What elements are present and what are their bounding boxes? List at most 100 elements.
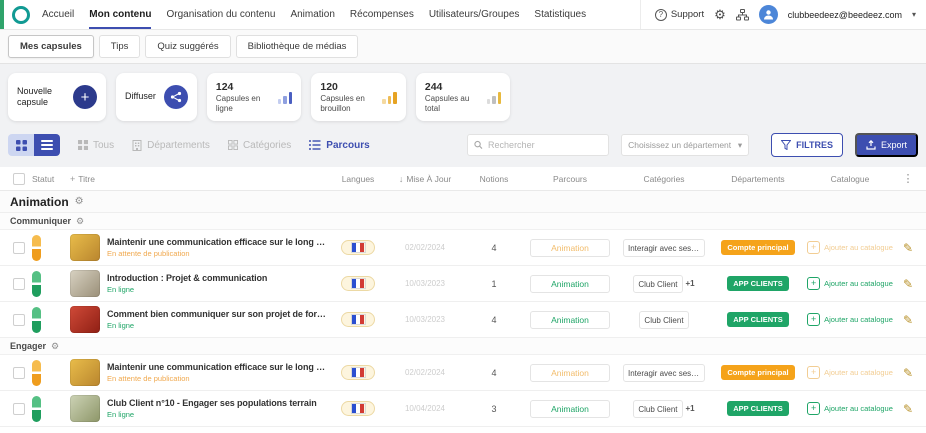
stat-value-online: 124: [216, 81, 270, 93]
add-to-catalogue-button[interactable]: + Ajouter au catalogue: [807, 366, 893, 379]
search-input[interactable]: [488, 140, 602, 150]
column-departements[interactable]: Départements: [714, 174, 802, 184]
list-toolbar: Tous Départements Catégories Parcours Ch…: [0, 121, 926, 157]
column-categories[interactable]: Catégories: [614, 174, 714, 184]
language-badge[interactable]: [341, 240, 375, 255]
sort-down-icon[interactable]: ↓: [399, 174, 404, 184]
edit-pencil-icon[interactable]: ✎: [903, 367, 913, 379]
filter-tab-parcours[interactable]: Parcours: [309, 140, 369, 151]
parcours-value[interactable]: Animation: [530, 275, 610, 293]
chevron-down-icon[interactable]: ▾: [912, 10, 916, 19]
language-badge[interactable]: [341, 312, 375, 327]
diffuse-card[interactable]: Diffuser: [116, 73, 197, 121]
nav-organisation-du-contenu[interactable]: Organisation du contenu: [166, 0, 275, 29]
beedeez-logo-icon[interactable]: [12, 6, 30, 24]
category-value[interactable]: Club Client: [639, 311, 688, 329]
edit-pencil-icon[interactable]: ✎: [903, 403, 913, 415]
org-chart-icon[interactable]: [736, 9, 749, 21]
row-checkbox[interactable]: [13, 278, 25, 290]
notions-count: 1: [491, 279, 496, 289]
tab-tips[interactable]: Tips: [99, 35, 141, 58]
add-to-catalogue-button[interactable]: + Ajouter au catalogue: [807, 313, 893, 326]
row-checkbox[interactable]: [13, 314, 25, 326]
capsule-title[interactable]: Introduction : Projet & communication: [107, 273, 267, 283]
filter-tab-tous[interactable]: Tous: [78, 140, 114, 151]
capsule-thumbnail: [70, 359, 100, 386]
add-to-catalogue-button[interactable]: + Ajouter au catalogue: [807, 241, 893, 254]
gear-icon[interactable]: ⚙: [51, 342, 59, 351]
filter-tab-categories[interactable]: Catégories: [228, 140, 291, 151]
column-langues[interactable]: Langues: [328, 174, 388, 184]
column-statut[interactable]: Statut: [30, 174, 70, 184]
edit-pencil-icon[interactable]: ✎: [903, 278, 913, 290]
nav-statistiques[interactable]: Statistiques: [534, 0, 586, 29]
column-menu-icon[interactable]: ⋮: [903, 172, 914, 185]
parcours-value[interactable]: Animation: [530, 239, 610, 257]
edit-pencil-icon[interactable]: ✎: [903, 242, 913, 254]
nav-accueil[interactable]: Accueil: [42, 0, 74, 29]
category-value[interactable]: Interagir avec ses ap..: [623, 364, 705, 382]
gear-icon[interactable]: ⚙: [75, 197, 84, 207]
tab-bibliotheque-medias[interactable]: Bibliothèque de médias: [236, 35, 359, 58]
select-all-checkbox[interactable]: [13, 173, 25, 185]
nav-utilisateurs-groupes[interactable]: Utilisateurs/Groupes: [429, 0, 520, 29]
nav-mon-contenu[interactable]: Mon contenu: [89, 0, 151, 29]
settings-gear-icon[interactable]: ⚙: [714, 8, 726, 21]
category-value[interactable]: Club Client: [633, 275, 682, 293]
account-email[interactable]: clubbeedeez@beedeez.com: [788, 10, 902, 20]
department-select[interactable]: Choisissez un département ▾: [621, 134, 749, 156]
language-badge[interactable]: [341, 401, 375, 416]
support-button[interactable]: ? Support: [655, 9, 704, 21]
table-header: Statut +Titre Langues ↓Mise À Jour Notio…: [0, 167, 926, 191]
user-avatar[interactable]: [759, 5, 778, 24]
add-to-catalogue-button[interactable]: + Ajouter au catalogue: [807, 277, 893, 290]
share-icon[interactable]: [164, 85, 188, 109]
column-catalogue[interactable]: Catalogue: [802, 174, 898, 184]
column-notions[interactable]: Notions: [462, 174, 526, 184]
filter-tab-departements[interactable]: Départements: [132, 140, 210, 151]
filter-tabs: Tous Départements Catégories Parcours: [78, 140, 370, 151]
sort-icon[interactable]: +: [70, 174, 75, 184]
parcours-value[interactable]: Animation: [530, 400, 610, 418]
bar-chart-icon: [487, 91, 502, 104]
tab-quiz-suggeres[interactable]: Quiz suggérés: [145, 35, 230, 58]
column-mise-a-jour[interactable]: ↓Mise À Jour: [388, 174, 462, 184]
publication-status: En ligne: [107, 321, 328, 330]
capsule-title[interactable]: Comment bien communiquer sur son projet …: [107, 309, 328, 319]
nav-animation[interactable]: Animation: [290, 0, 334, 29]
export-button[interactable]: Export: [855, 133, 918, 157]
capsule-title[interactable]: Maintenir une communication efficace sur…: [107, 362, 328, 372]
list-icon: [309, 140, 321, 150]
french-flag-icon: [352, 315, 365, 324]
row-checkbox[interactable]: [13, 403, 25, 415]
status-capsule-icon: [32, 271, 41, 297]
row-checkbox[interactable]: [13, 367, 25, 379]
column-parcours[interactable]: Parcours: [526, 174, 614, 184]
language-badge[interactable]: [341, 276, 375, 291]
nav-recompenses[interactable]: Récompenses: [350, 0, 414, 29]
help-icon: ?: [655, 9, 667, 21]
edit-pencil-icon[interactable]: ✎: [903, 314, 913, 326]
gear-icon[interactable]: ⚙: [76, 217, 84, 226]
parcours-value[interactable]: Animation: [530, 364, 610, 382]
grid-view-button[interactable]: [8, 134, 34, 156]
column-titre[interactable]: +Titre: [70, 174, 328, 184]
plus-icon[interactable]: +: [73, 85, 97, 109]
new-capsule-card[interactable]: Nouvelle capsule +: [8, 73, 106, 121]
add-to-catalogue-button[interactable]: + Ajouter au catalogue: [807, 402, 893, 415]
filters-button[interactable]: FILTRES: [771, 133, 843, 157]
row-checkbox[interactable]: [13, 242, 25, 254]
parcours-value[interactable]: Animation: [530, 311, 610, 329]
department-badge: APP CLIENTS: [727, 312, 788, 327]
status-capsule-icon: [32, 396, 41, 422]
capsule-title[interactable]: Maintenir une communication efficace sur…: [107, 237, 328, 247]
category-value[interactable]: Club Client: [633, 400, 682, 418]
capsule-title[interactable]: Club Client n°10 - Engager ses populatio…: [107, 398, 317, 408]
tab-mes-capsules[interactable]: Mes capsules: [8, 35, 94, 58]
language-badge[interactable]: [341, 365, 375, 380]
notions-count: 4: [491, 243, 496, 253]
list-view-button[interactable]: [34, 134, 60, 156]
search-icon: [474, 140, 483, 150]
category-value[interactable]: Interagir avec ses ap..: [623, 239, 705, 257]
update-date: 10/04/2024: [405, 404, 445, 413]
